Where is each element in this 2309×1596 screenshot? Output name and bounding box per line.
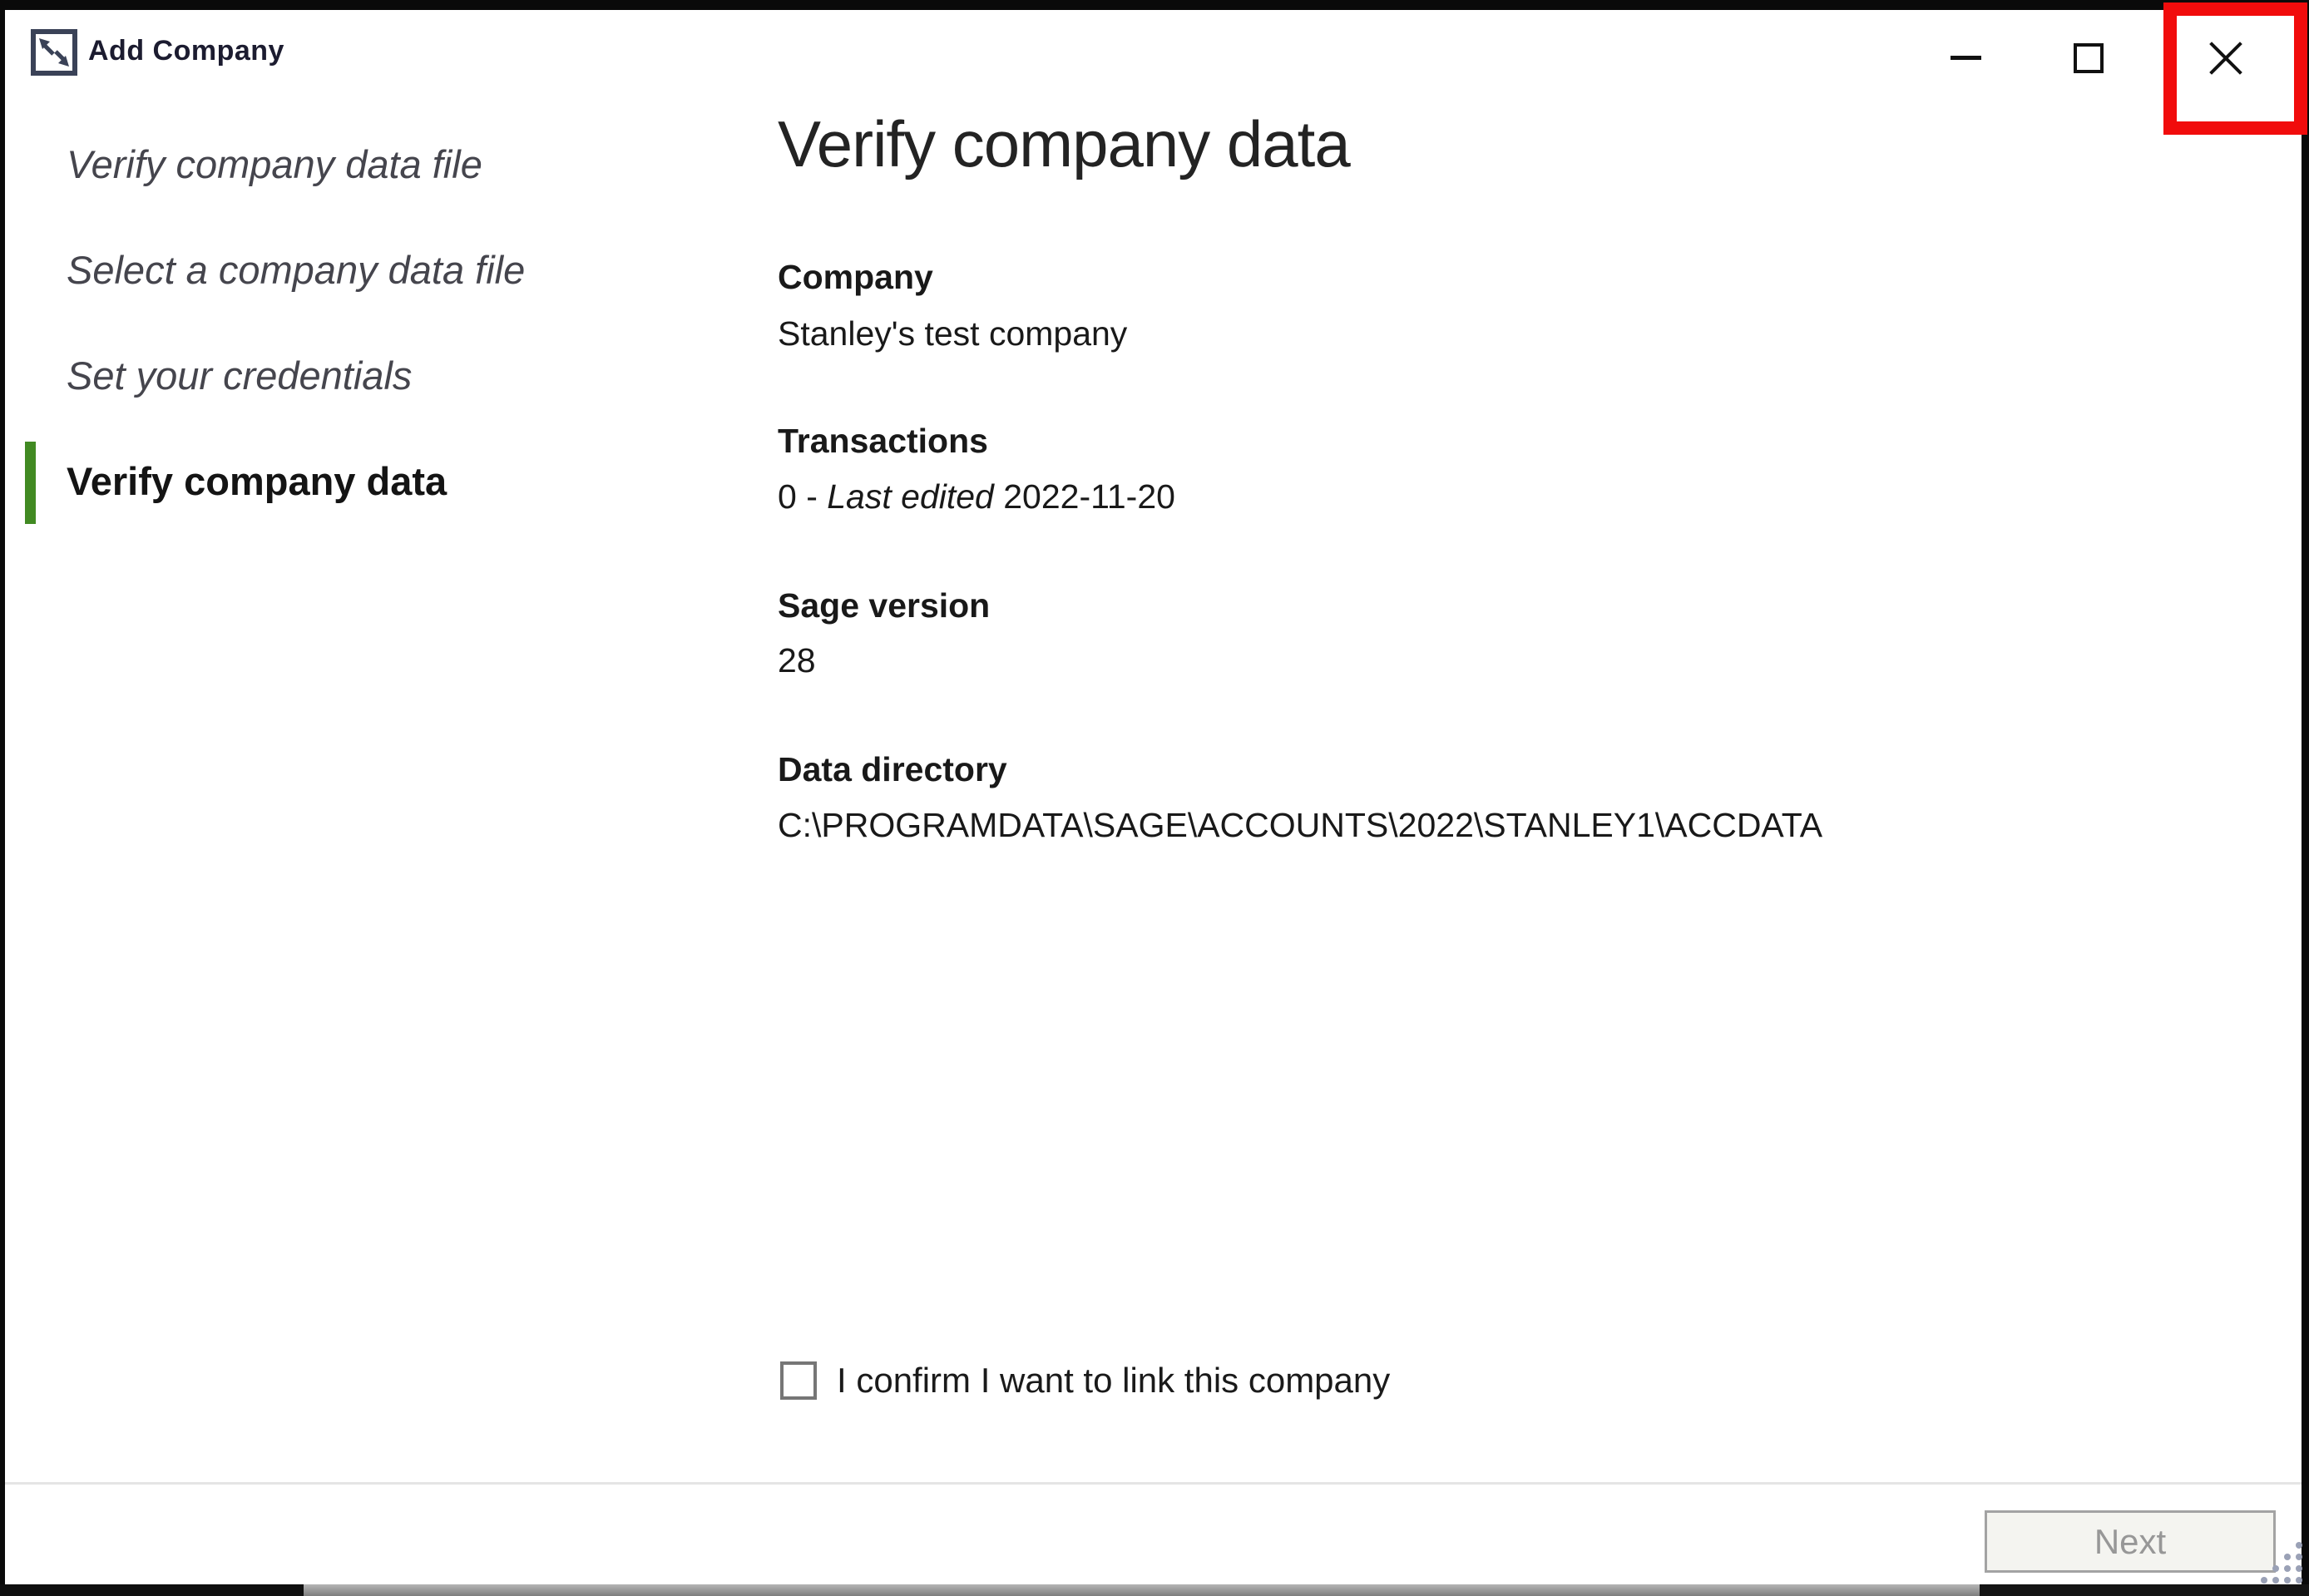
company-value: Stanley's test company	[778, 314, 1127, 353]
active-step-indicator	[25, 442, 36, 524]
window-border-bottom	[0, 1584, 304, 1596]
window-border-right	[2302, 0, 2309, 1596]
company-label: Company	[778, 258, 933, 297]
step-verify-company-data-file: Verify company data file	[67, 141, 482, 187]
footer-divider	[5, 1482, 2302, 1485]
step-set-your-credentials: Set your credentials	[67, 353, 412, 398]
data-directory-label: Data directory	[778, 750, 1007, 789]
title-bar[interactable]: Add Company	[5, 10, 2302, 101]
step-verify-company-data: Verify company data	[67, 458, 447, 504]
window-title: Add Company	[88, 35, 284, 67]
maximize-icon	[2074, 43, 2104, 73]
minimize-icon	[1951, 56, 1981, 60]
add-company-icon	[30, 28, 78, 77]
transactions-value: 0 - Last edited 2022-11-20	[778, 477, 1175, 516]
last-edited-date: 2022-11-20	[994, 477, 1175, 516]
window-border-bottom	[304, 1584, 1980, 1596]
confirm-link-label[interactable]: I confirm I want to link this company	[837, 1361, 1390, 1401]
transactions-label: Transactions	[778, 422, 988, 461]
next-button[interactable]: Next	[1985, 1510, 2276, 1573]
confirm-link-checkbox[interactable]	[780, 1361, 817, 1400]
window-border-top	[0, 0, 2309, 10]
resize-grip-icon[interactable]	[2256, 1535, 2307, 1589]
maximize-button[interactable]	[2051, 10, 2126, 101]
last-edited-label: Last edited	[827, 477, 994, 516]
add-company-dialog: Add Company Verify company data file Sel…	[0, 0, 2309, 1596]
step-select-a-company-data-file: Select a company data file	[67, 247, 525, 293]
transactions-count: 0	[778, 477, 797, 516]
transactions-separator: -	[797, 477, 827, 516]
page-title: Verify company data	[778, 106, 1350, 182]
sage-version-value: 28	[778, 641, 816, 680]
sage-version-label: Sage version	[778, 586, 990, 625]
minimize-button[interactable]	[1928, 10, 2003, 101]
confirm-link-row[interactable]: I confirm I want to link this company	[780, 1361, 1390, 1401]
data-directory-value: C:\PROGRAMDATA\SAGE\ACCOUNTS\2022\STANLE…	[778, 806, 1822, 845]
window-border-left	[0, 0, 5, 1596]
annotation-highlight	[2163, 2, 2307, 135]
